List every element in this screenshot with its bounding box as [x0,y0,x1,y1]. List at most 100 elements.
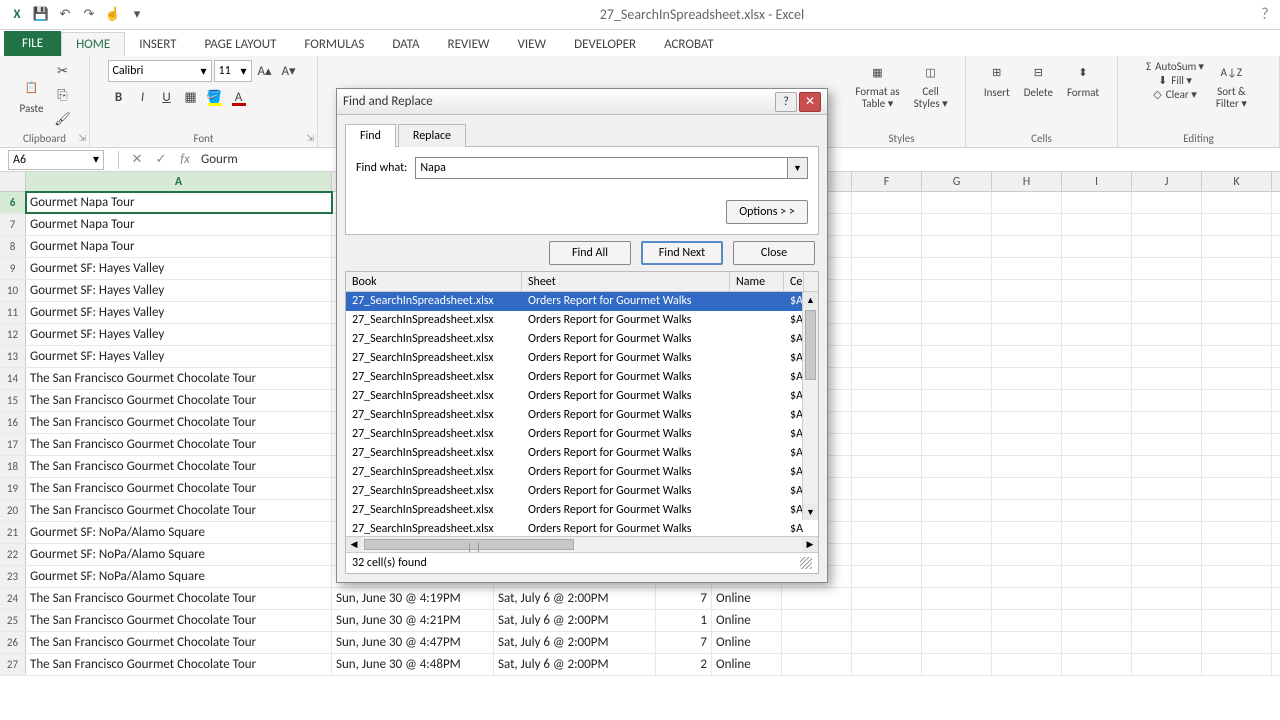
results-row[interactable]: 27_SearchInSpreadsheet.xlsxOrders Report… [346,349,818,368]
cell[interactable] [922,368,992,389]
tab-home[interactable]: HOME [61,32,125,56]
cell[interactable] [1062,412,1132,433]
cell[interactable] [1132,412,1202,433]
cell[interactable] [1062,214,1132,235]
cell[interactable] [1202,566,1272,587]
cell[interactable] [922,302,992,323]
cell[interactable] [1062,434,1132,455]
cell[interactable]: Online [712,632,782,653]
cell[interactable] [852,192,922,213]
results-row[interactable]: 27_SearchInSpreadsheet.xlsxOrders Report… [346,520,818,536]
cell[interactable] [992,544,1062,565]
results-row[interactable]: 27_SearchInSpreadsheet.xlsxOrders Report… [346,330,818,349]
cell[interactable] [1062,368,1132,389]
cell[interactable]: 1 [656,610,712,631]
font-launcher-icon[interactable]: ⇲ [306,133,314,144]
paste-button[interactable]: 📋 Paste [16,60,48,130]
hscroll-thumb[interactable] [364,539,574,550]
row-header[interactable]: 13 [0,346,26,367]
row-header[interactable]: 15 [0,390,26,411]
tab-insert[interactable]: INSERT [125,33,190,56]
cell[interactable] [782,654,852,675]
touch-mode-icon[interactable]: ☝ [102,4,124,26]
results-row[interactable]: 27_SearchInSpreadsheet.xlsxOrders Report… [346,368,818,387]
row-header[interactable]: 14 [0,368,26,389]
cell[interactable] [852,632,922,653]
cell[interactable] [922,478,992,499]
cell[interactable] [852,258,922,279]
row-header[interactable]: 17 [0,434,26,455]
cell[interactable]: Gourmet SF: Hayes Valley [26,258,332,279]
cell[interactable] [992,456,1062,477]
cell[interactable] [1202,544,1272,565]
cell[interactable]: The San Francisco Gourmet Chocolate Tour [26,610,332,631]
underline-button[interactable]: U [156,86,178,108]
find-what-dropdown-icon[interactable]: ▼ [788,157,808,179]
cell[interactable] [1202,478,1272,499]
cell[interactable] [922,434,992,455]
cell[interactable]: Gourmet SF: Hayes Valley [26,302,332,323]
cell[interactable]: Sat, July 6 @ 2:00PM [494,654,656,675]
format-painter-icon[interactable]: 🖌 [52,108,74,130]
cell[interactable] [1132,368,1202,389]
options-button[interactable]: Options > > [726,200,808,224]
cell[interactable] [922,280,992,301]
scroll-right-icon[interactable]: ▶ [802,537,818,552]
cell[interactable] [1062,654,1132,675]
cell[interactable] [922,324,992,345]
cell[interactable] [922,192,992,213]
cell[interactable] [1202,346,1272,367]
cell[interactable] [992,654,1062,675]
cell[interactable]: The San Francisco Gourmet Chocolate Tour [26,478,332,499]
cell[interactable] [1062,522,1132,543]
row-header[interactable]: 22 [0,544,26,565]
row-header[interactable]: 21 [0,522,26,543]
cell[interactable] [922,588,992,609]
cell[interactable] [852,654,922,675]
cell[interactable] [852,544,922,565]
cell[interactable] [922,522,992,543]
results-row[interactable]: 27_SearchInSpreadsheet.xlsxOrders Report… [346,387,818,406]
tab-acrobat[interactable]: ACROBAT [650,33,728,56]
excel-icon[interactable]: X [6,4,28,26]
save-icon[interactable]: 💾 [30,4,52,26]
clear-button[interactable]: ◇Clear ▾ [1146,88,1204,101]
results-header-book[interactable]: Book [346,272,522,291]
cell[interactable] [1062,632,1132,653]
clipboard-launcher-icon[interactable]: ⇲ [78,133,86,144]
cell[interactable]: The San Francisco Gourmet Chocolate Tour [26,368,332,389]
italic-button[interactable]: I [132,86,154,108]
cell[interactable] [852,610,922,631]
cell[interactable] [1132,632,1202,653]
cell[interactable] [1062,236,1132,257]
cell[interactable] [992,214,1062,235]
cell[interactable] [1202,390,1272,411]
cell[interactable] [1132,192,1202,213]
results-header-name[interactable]: Name [730,272,784,291]
enter-formula-icon[interactable]: ✓ [149,150,173,170]
select-all-corner[interactable] [0,172,26,191]
cell[interactable]: Sun, June 30 @ 4:21PM [332,610,494,631]
row-header[interactable]: 26 [0,632,26,653]
cell[interactable] [1132,434,1202,455]
cell[interactable] [1062,258,1132,279]
format-as-table-button[interactable]: ▦ Format as Table ▾ [851,60,903,110]
cell[interactable]: The San Francisco Gourmet Chocolate Tour [26,632,332,653]
cell[interactable] [1132,280,1202,301]
cell[interactable] [852,390,922,411]
cell[interactable] [1062,456,1132,477]
cancel-formula-icon[interactable]: ✕ [125,150,149,170]
dialog-close-icon[interactable]: ✕ [799,92,821,112]
row-header[interactable]: 27 [0,654,26,675]
cell[interactable] [852,500,922,521]
cell[interactable] [852,236,922,257]
cell[interactable] [1132,236,1202,257]
row-header[interactable]: 18 [0,456,26,477]
results-row[interactable]: 27_SearchInSpreadsheet.xlsxOrders Report… [346,292,818,311]
borders-icon[interactable]: ▦ [180,86,202,108]
cut-icon[interactable]: ✂ [52,60,74,82]
cell[interactable] [992,588,1062,609]
cell[interactable] [922,610,992,631]
cell[interactable]: Gourmet SF: NoPa/Alamo Square [26,544,332,565]
results-row[interactable]: 27_SearchInSpreadsheet.xlsxOrders Report… [346,482,818,501]
